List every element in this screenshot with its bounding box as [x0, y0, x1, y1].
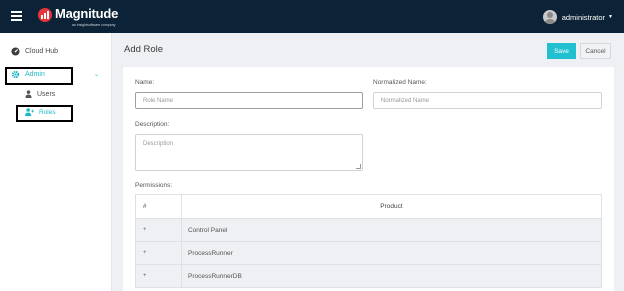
chevron-down-icon: ▼: [608, 14, 613, 20]
user-menu[interactable]: administrator ▼: [542, 9, 613, 25]
description-label: Description:: [135, 121, 170, 128]
name-label: Name:: [135, 79, 155, 86]
normalized-name-input[interactable]: Normalized Name: [373, 92, 602, 109]
dashboard-icon: [11, 47, 20, 56]
logo-mark-icon: [38, 8, 52, 22]
sidebar-item-roles[interactable]: Roles: [25, 108, 56, 116]
sidebar-item-label: Roles: [39, 108, 56, 116]
expand-icon[interactable]: +: [136, 219, 182, 241]
permissions-table: # Product + Control Panel + ProcessRunne…: [135, 194, 602, 288]
form-card: Name: Role Name Normalized Name: Normali…: [123, 67, 614, 291]
table-row[interactable]: + ProcessRunnerDB: [136, 264, 601, 287]
sidebar-item-label: Admin: [25, 71, 45, 78]
gear-icon: [11, 70, 20, 79]
cancel-button[interactable]: Cancel: [580, 43, 611, 59]
role-name-input[interactable]: Role Name: [135, 92, 363, 109]
expand-icon[interactable]: +: [136, 242, 182, 264]
product-cell: ProcessRunner: [188, 249, 233, 257]
menu-icon[interactable]: [11, 11, 22, 21]
product-cell: ProcessRunnerDB: [188, 272, 242, 280]
product-cell: Control Panel: [188, 226, 228, 234]
permissions-label: Permissions:: [135, 182, 173, 189]
column-header-number: #: [136, 195, 182, 218]
sidebar-item-label: Cloud Hub: [25, 48, 59, 55]
save-button[interactable]: Save: [547, 43, 576, 59]
description-placeholder: Description: [143, 141, 174, 147]
user-name: administrator: [561, 12, 606, 22]
resize-handle-icon[interactable]: [356, 164, 361, 169]
description-textarea[interactable]: Description: [135, 134, 363, 171]
sidebar-item-users[interactable]: Users: [25, 90, 55, 98]
table-row[interactable]: + ProcessRunner: [136, 241, 601, 264]
sidebar-item-admin[interactable]: Admin: [11, 70, 45, 79]
user-role-icon: [25, 108, 34, 116]
sidebar: Cloud Hub Admin ⌄ Users Roles: [0, 33, 112, 291]
table-row[interactable]: + Control Panel: [136, 218, 601, 241]
avatar: [542, 10, 557, 24]
table-header-row: # Product: [136, 195, 601, 218]
expand-icon[interactable]: +: [136, 265, 182, 287]
sidebar-item-cloud-hub[interactable]: Cloud Hub: [11, 47, 58, 56]
brand-name: Magnitude: [55, 6, 119, 21]
chevron-down-icon[interactable]: ⌄: [94, 71, 99, 78]
sidebar-item-label: Users: [37, 90, 56, 98]
normalized-name-label: Normalized Name:: [373, 79, 427, 86]
page-title: Add Role: [124, 44, 164, 55]
top-bar: Magnitude an insightsoftware company adm…: [0, 0, 624, 33]
user-icon: [25, 90, 32, 98]
brand-subtitle: an insightsoftware company: [72, 23, 116, 27]
column-header-product[interactable]: Product: [182, 195, 601, 218]
